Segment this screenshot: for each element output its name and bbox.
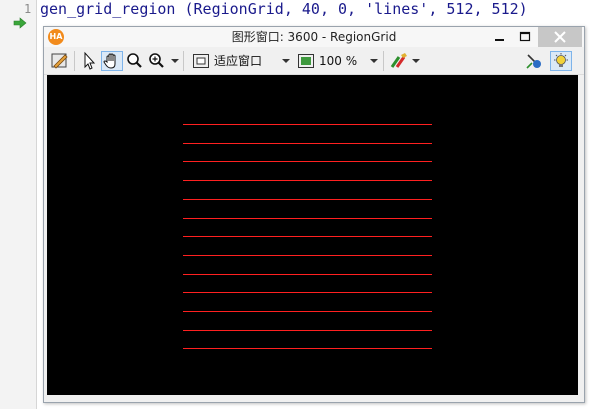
region-line — [183, 143, 432, 144]
paint-brush-icon — [390, 53, 407, 68]
region-line — [183, 348, 432, 349]
region-line — [183, 311, 432, 312]
region-line — [183, 199, 432, 200]
fit-window-button[interactable] — [191, 51, 211, 71]
program-counter-arrow-icon — [13, 17, 27, 29]
zoom-factor-icon — [298, 54, 314, 68]
edit-window-button[interactable] — [50, 51, 70, 71]
region-line — [183, 236, 432, 237]
close-icon — [554, 31, 566, 43]
region-line — [183, 161, 432, 162]
graphics-canvas[interactable] — [47, 75, 578, 395]
lightbulb-icon — [554, 53, 568, 67]
edit-window-icon — [51, 53, 68, 69]
region-line — [183, 180, 432, 181]
region-line — [183, 330, 432, 331]
color-settings-button[interactable] — [389, 51, 409, 71]
region-line — [183, 255, 432, 256]
zoom-in-icon — [149, 53, 164, 68]
hand-icon — [103, 53, 116, 69]
graphics-toolbar: 适应窗口 100 % — [44, 48, 584, 75]
region-line — [183, 292, 432, 293]
pan-tool-button[interactable] — [101, 51, 123, 71]
magnifier-tool-button[interactable] — [125, 51, 145, 71]
fit-mode-chevron-down-icon[interactable] — [282, 59, 290, 63]
maximize-button[interactable] — [512, 27, 538, 47]
magnifier-icon — [127, 53, 142, 68]
close-button[interactable] — [538, 27, 582, 47]
zoom-level-chevron-down-icon[interactable] — [370, 59, 378, 63]
gutter-divider — [36, 0, 37, 409]
line-gutter: 1 — [0, 0, 36, 409]
fit-mode-select[interactable]: 适应窗口 — [214, 51, 262, 71]
line-number: 1 — [24, 2, 32, 16]
toolbar-separator — [383, 51, 384, 71]
color-chevron-down-icon[interactable] — [412, 59, 420, 63]
zoom-fit-button[interactable] — [296, 51, 316, 71]
visualization-settings-button[interactable] — [524, 51, 544, 71]
fit-window-icon — [193, 54, 209, 68]
toolbar-separator — [183, 51, 184, 71]
code-line[interactable]: gen_grid_region (RegionGrid, 40, 0, 'lin… — [40, 0, 528, 18]
zoom-tool-button[interactable] — [147, 51, 167, 71]
zoom-dropdown-chevron-down-icon[interactable] — [171, 59, 179, 63]
window-titlebar[interactable]: HA 图形窗口: 3600 - RegionGrid — [44, 27, 584, 47]
toolbar-separator — [74, 51, 75, 71]
region-line — [183, 124, 432, 125]
window-title: 图形窗口: 3600 - RegionGrid — [231, 30, 397, 44]
zoom-level-select[interactable]: 100 % — [319, 51, 357, 71]
pointer-tool-button[interactable] — [79, 51, 99, 71]
maximize-icon — [519, 31, 531, 42]
region-line — [183, 218, 432, 219]
pointer-arrow-icon — [84, 51, 96, 70]
minimize-icon — [495, 39, 504, 41]
halcon-logo-icon: HA — [48, 29, 64, 45]
minimize-button[interactable] — [486, 27, 512, 47]
region-line — [183, 274, 432, 275]
auto-update-button[interactable] — [550, 51, 572, 71]
graphics-window[interactable]: HA 图形窗口: 3600 - RegionGrid 适应窗口 100 % — [43, 26, 585, 403]
visualization-icon — [526, 54, 541, 69]
